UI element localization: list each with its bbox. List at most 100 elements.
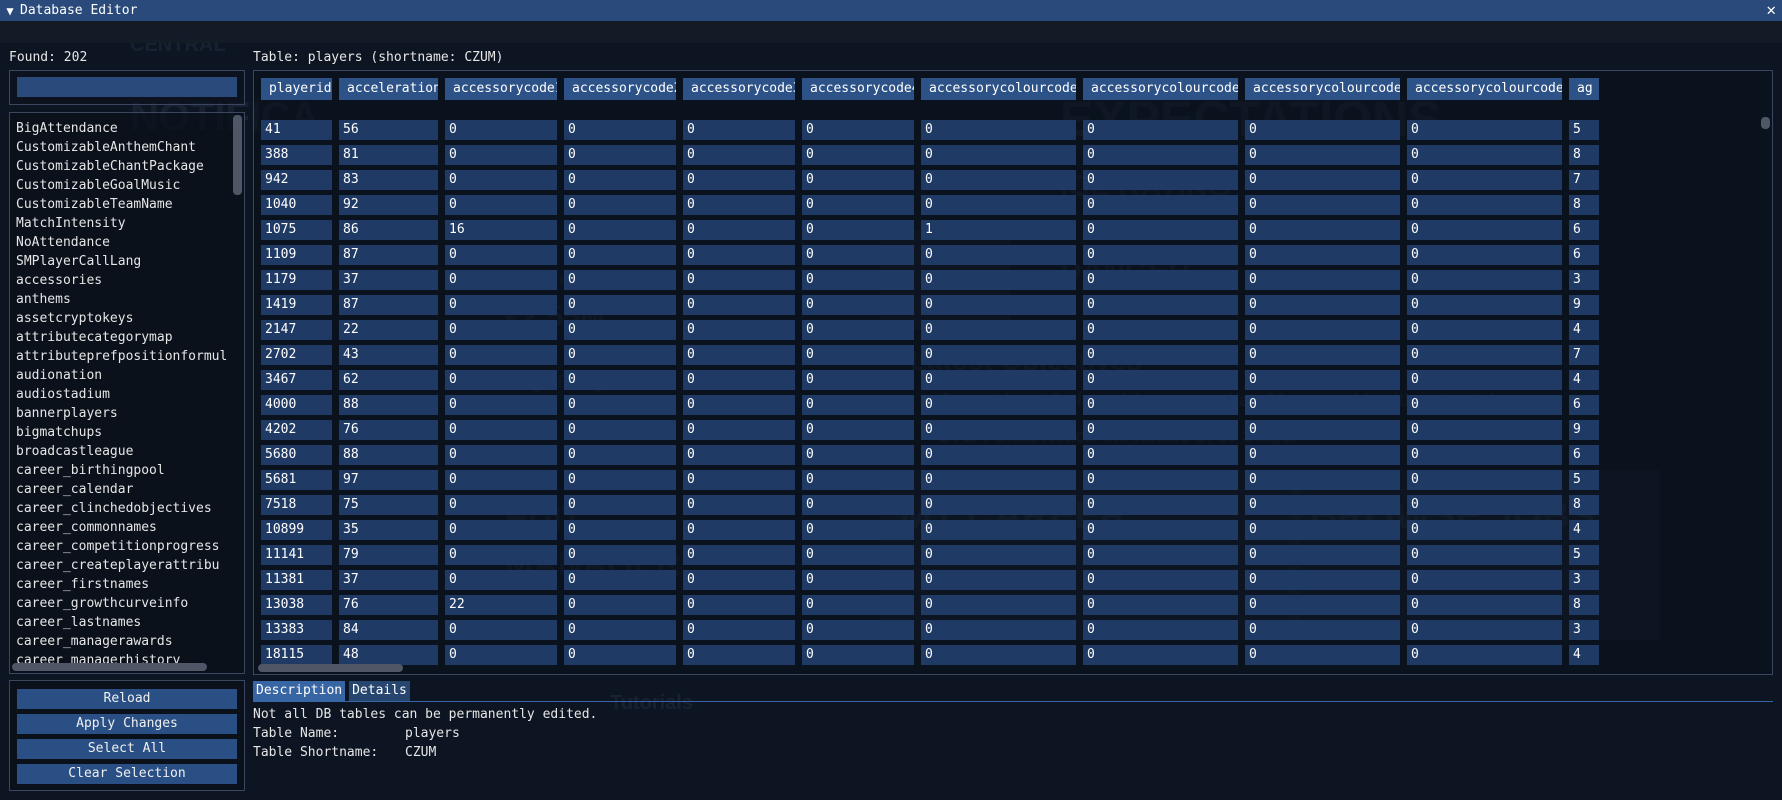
table-cell-input[interactable]: 0 [802,295,914,315]
table-cell-input[interactable]: 81 [339,145,438,165]
table-cell-input[interactable]: 0 [445,295,557,315]
table-cell-input[interactable]: 0 [802,145,914,165]
column-header[interactable]: accessorycode2 [564,78,676,100]
table-cell-input[interactable]: 2147 [261,320,332,340]
table-cell-input[interactable]: 0 [445,170,557,190]
table-cell-input[interactable]: 0 [683,595,795,615]
table-cell-input[interactable]: 0 [1083,195,1238,215]
table-cell-input[interactable]: 0 [683,270,795,290]
table-cell-input[interactable]: 0 [445,495,557,515]
table-list-item[interactable]: career_clinchedobjectives [10,499,232,518]
table-cell-input[interactable]: 0 [564,145,676,165]
table-cell-input[interactable]: 0 [1083,495,1238,515]
table-cell-input[interactable]: 0 [921,245,1076,265]
table-cell-input[interactable]: 6 [1569,220,1599,240]
table-list-item[interactable]: career_birthingpool [10,461,232,480]
table-cell-input[interactable]: 9 [1569,295,1599,315]
table-cell-input[interactable]: 0 [683,170,795,190]
table-cell-input[interactable]: 0 [683,470,795,490]
table-cell-input[interactable]: 22 [445,595,557,615]
table-cell-input[interactable]: 0 [1245,520,1400,540]
table-cell-input[interactable]: 0 [921,420,1076,440]
table-cell-input[interactable]: 3467 [261,370,332,390]
table-cell-input[interactable]: 0 [1083,420,1238,440]
table-cell-input[interactable]: 0 [1407,470,1562,490]
table-cell-input[interactable]: 0 [683,245,795,265]
table-cell-input[interactable]: 0 [564,120,676,140]
table-cell-input[interactable]: 0 [445,320,557,340]
column-header[interactable]: accessorycode3 [683,78,795,100]
table-cell-input[interactable]: 75 [339,495,438,515]
table-cell-input[interactable]: 1 [921,220,1076,240]
table-cell-input[interactable]: 0 [802,595,914,615]
table-cell-input[interactable]: 0 [445,645,557,665]
table-cell-input[interactable]: 0 [802,320,914,340]
table-cell-input[interactable]: 0 [802,420,914,440]
table-cell-input[interactable]: 0 [1407,420,1562,440]
table-cell-input[interactable]: 0 [1407,570,1562,590]
table-cell-input[interactable]: 0 [445,470,557,490]
table-cell-input[interactable]: 97 [339,470,438,490]
table-cell-input[interactable]: 16 [445,220,557,240]
table-cell-input[interactable]: 56 [339,120,438,140]
table-cell-input[interactable]: 4 [1569,520,1599,540]
table-cell-input[interactable]: 0 [683,220,795,240]
table-cell-input[interactable]: 8 [1569,595,1599,615]
grid-vertical-scrollbar[interactable] [1761,117,1770,129]
table-cell-input[interactable]: 0 [683,145,795,165]
table-cell-input[interactable]: 0 [1407,120,1562,140]
column-header[interactable]: accessorycolourcode3 [1245,78,1400,100]
table-cell-input[interactable]: 87 [339,295,438,315]
table-cell-input[interactable]: 0 [1245,245,1400,265]
table-cell-input[interactable]: 0 [802,620,914,640]
table-cell-input[interactable]: 0 [1083,145,1238,165]
table-cell-input[interactable]: 0 [921,145,1076,165]
table-cell-input[interactable]: 0 [1245,595,1400,615]
table-cell-input[interactable]: 0 [1407,320,1562,340]
table-cell-input[interactable]: 3 [1569,570,1599,590]
table-cell-input[interactable]: 0 [445,520,557,540]
table-cell-input[interactable]: 0 [564,595,676,615]
table-cell-input[interactable]: 0 [1245,445,1400,465]
table-cell-input[interactable]: 0 [1083,445,1238,465]
grid-horizontal-scrollbar[interactable] [258,664,403,672]
table-cell-input[interactable]: 0 [1245,195,1400,215]
table-cell-input[interactable]: 0 [564,320,676,340]
table-cell-input[interactable]: 43 [339,345,438,365]
table-cell-input[interactable]: 0 [921,395,1076,415]
table-cell-input[interactable]: 0 [1407,495,1562,515]
table-cell-input[interactable]: 4202 [261,420,332,440]
table-list-item[interactable]: broadcastleague [10,442,232,461]
table-cell-input[interactable]: 0 [564,470,676,490]
table-cell-input[interactable]: 0 [1083,170,1238,190]
table-list-item[interactable]: career_managerawards [10,632,232,651]
table-cell-input[interactable]: 0 [564,445,676,465]
column-header[interactable]: acceleration [339,78,438,100]
table-cell-input[interactable]: 62 [339,370,438,390]
table-cell-input[interactable]: 0 [1407,445,1562,465]
table-cell-input[interactable]: 0 [1407,395,1562,415]
table-cell-input[interactable]: 0 [1245,620,1400,640]
table-cell-input[interactable]: 0 [564,195,676,215]
table-cell-input[interactable]: 0 [564,295,676,315]
table-cell-input[interactable]: 0 [1083,270,1238,290]
table-cell-input[interactable]: 79 [339,545,438,565]
table-cell-input[interactable]: 0 [921,645,1076,665]
table-cell-input[interactable]: 0 [564,345,676,365]
table-cell-input[interactable]: 0 [445,345,557,365]
collapse-arrow-icon[interactable]: ▼ [0,4,20,18]
table-cell-input[interactable]: 0 [921,295,1076,315]
table-cell-input[interactable]: 0 [802,495,914,515]
tab-description[interactable]: Description [253,681,346,701]
table-list-item[interactable]: audionation [10,366,232,385]
table-list-item[interactable]: CustomizableGoalMusic [10,176,232,195]
table-cell-input[interactable]: 0 [683,620,795,640]
table-cell-input[interactable]: 0 [445,145,557,165]
table-cell-input[interactable]: 0 [445,120,557,140]
table-cell-input[interactable]: 0 [802,345,914,365]
table-cell-input[interactable]: 0 [1083,120,1238,140]
table-cell-input[interactable]: 0 [802,120,914,140]
table-list-item[interactable]: NoAttendance [10,233,232,252]
table-list-item[interactable]: career_lastnames [10,613,232,632]
table-cell-input[interactable]: 11381 [261,570,332,590]
